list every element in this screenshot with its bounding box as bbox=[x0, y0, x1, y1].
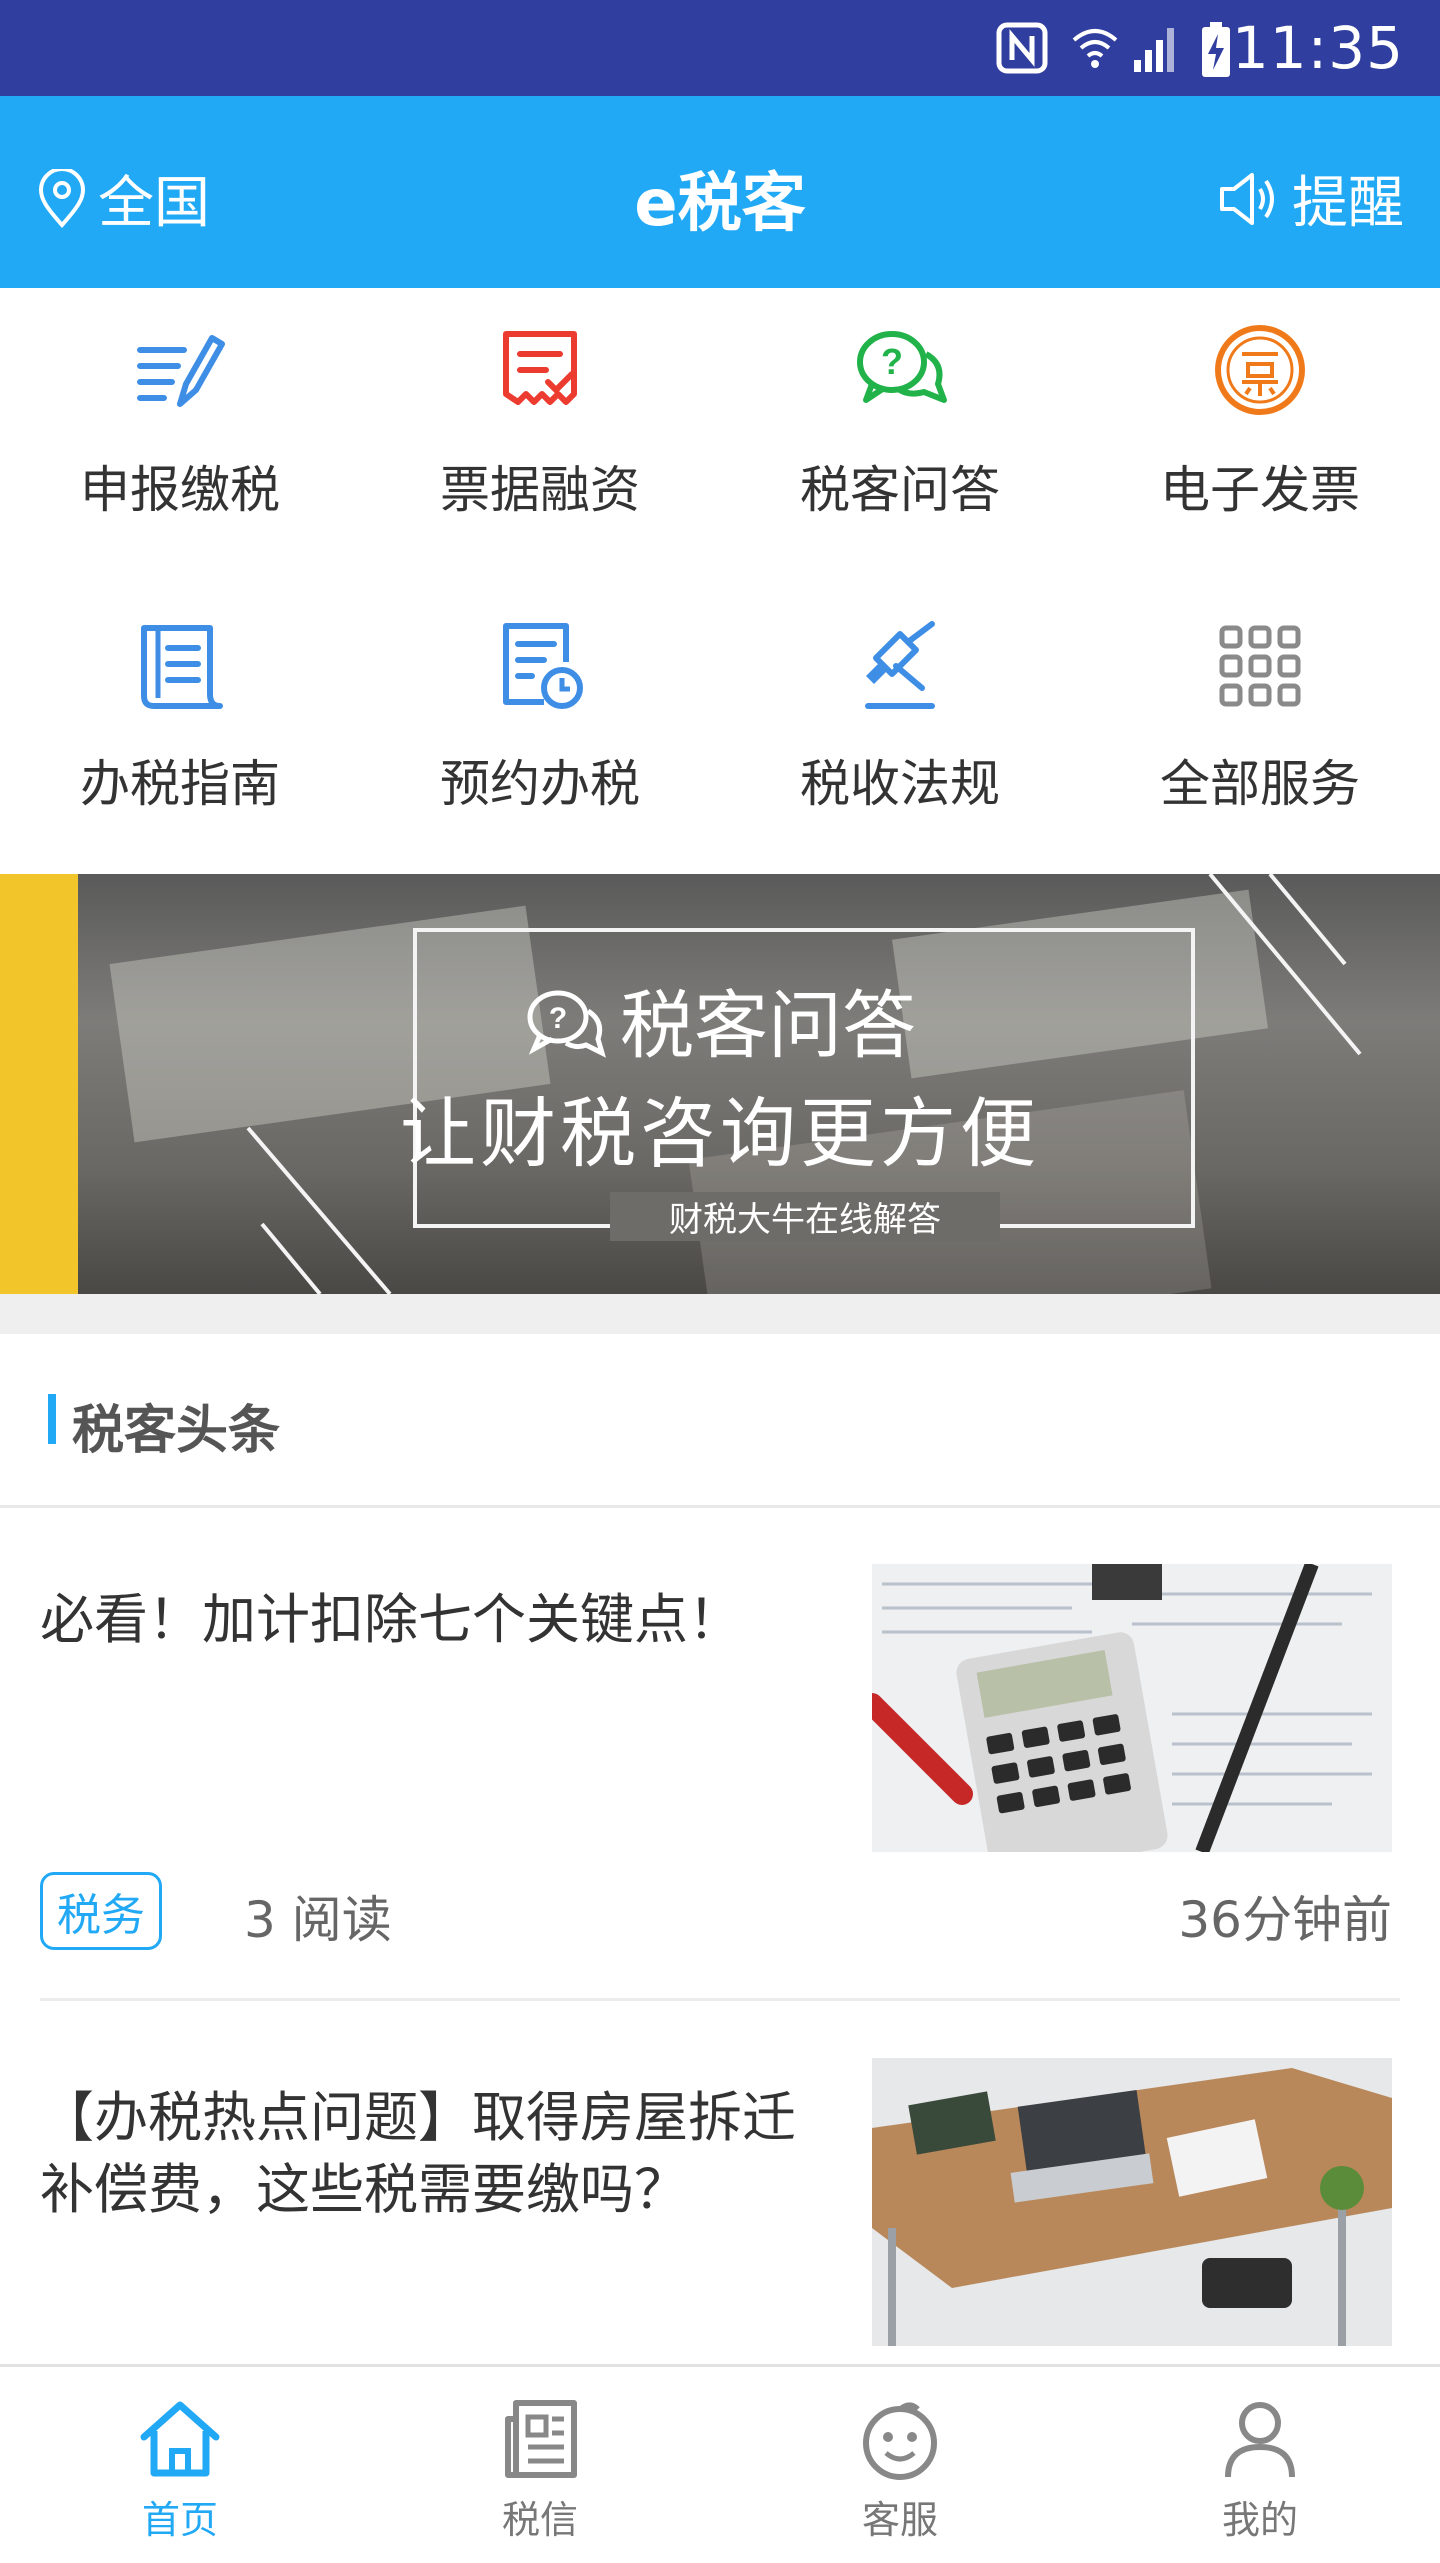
svg-text:?: ? bbox=[549, 1002, 567, 1035]
tab-customer-service[interactable]: 客服 bbox=[720, 2367, 1080, 2563]
service-grid: 申报缴税 票据融资 ? 税客问答 电子发票 办税指南 预约办税 税收法规 全部服… bbox=[0, 288, 1440, 874]
banner-title: 税客问答 bbox=[620, 983, 916, 1069]
service-law[interactable]: 税收法规 bbox=[720, 582, 1080, 872]
service-label: 税收法规 bbox=[800, 755, 1000, 813]
all-services-grid-icon bbox=[1219, 625, 1301, 707]
banner-subtitle: 让财税咨询更方便 bbox=[400, 1089, 1040, 1178]
svg-text:?: ? bbox=[881, 341, 903, 382]
banner-line-1: ? 税客问答 bbox=[0, 966, 1440, 1073]
service-all[interactable]: 全部服务 bbox=[1080, 582, 1440, 872]
qa-chat-icon: ? bbox=[527, 990, 606, 1058]
service-guide[interactable]: 办税指南 bbox=[0, 582, 360, 872]
remind-button[interactable]: 提醒 bbox=[1216, 158, 1404, 239]
service-label: 申报缴税 bbox=[80, 461, 280, 519]
tab-news[interactable]: 税信 bbox=[360, 2367, 720, 2563]
service-label: 全部服务 bbox=[1160, 755, 1360, 813]
status-bar: 11:35 bbox=[0, 0, 1440, 96]
profile-icon bbox=[1225, 2402, 1295, 2478]
qa-chat-icon: ? bbox=[857, 331, 947, 403]
service-e-invoice[interactable]: 电子发票 bbox=[1080, 288, 1440, 578]
tab-label: 首页 bbox=[141, 2498, 218, 2542]
service-label: 办税指南 bbox=[80, 755, 280, 813]
news-title: 【办税热点问题】取得房屋拆迁补偿费，这些税需要缴吗？ bbox=[40, 2086, 796, 2221]
promo-banner[interactable]: ? 税客问答 让财税咨询更方便 财税大牛在线解答 bbox=[0, 874, 1440, 1294]
guide-scroll-icon bbox=[141, 625, 223, 709]
news-doc-icon bbox=[505, 2400, 577, 2478]
tab-label: 我的 bbox=[1221, 2498, 1298, 2542]
service-label: 预约办税 bbox=[440, 755, 640, 813]
customer-service-icon bbox=[863, 2402, 937, 2480]
declare-tax-icon bbox=[137, 335, 225, 407]
service-appointment[interactable]: 预约办税 bbox=[360, 582, 720, 872]
service-label: 税客问答 bbox=[800, 461, 1000, 519]
service-qa[interactable]: ? 税客问答 bbox=[720, 288, 1080, 578]
service-bill-finance[interactable]: 票据融资 bbox=[360, 288, 720, 578]
tab-profile[interactable]: 我的 bbox=[1080, 2367, 1440, 2563]
calculator-documents-image bbox=[872, 1564, 1392, 1852]
news-item[interactable]: 必看！加计扣除七个关键点！ 税务 3 阅读 36分钟前 bbox=[0, 1508, 1440, 2001]
section-accent-bar bbox=[48, 1394, 56, 1444]
category-tag[interactable]: 税务 bbox=[40, 1872, 162, 1950]
service-declare-tax[interactable]: 申报缴税 bbox=[0, 288, 360, 578]
section-spacer bbox=[0, 1294, 1440, 1334]
tab-label: 客服 bbox=[861, 2498, 938, 2542]
read-count: 3 阅读 bbox=[244, 1891, 392, 1949]
news-thumbnail bbox=[872, 2058, 1392, 2346]
news-thumbnail bbox=[872, 1564, 1392, 1852]
banner-caption: 财税大牛在线解答 bbox=[610, 1192, 1000, 1241]
appointment-icon bbox=[503, 623, 583, 709]
speaker-icon bbox=[1220, 172, 1274, 225]
news-title: 必看！加计扣除七个关键点！ bbox=[40, 1588, 742, 1651]
remind-label: 提醒 bbox=[1292, 171, 1404, 236]
tab-label: 税信 bbox=[501, 2498, 578, 2542]
battery-charging-icon bbox=[1202, 22, 1230, 77]
bottom-tab-bar: 首页 税信 客服 我的 bbox=[0, 2364, 1440, 2560]
news-item[interactable]: 【办税热点问题】取得房屋拆迁补偿费，这些税需要缴吗？ bbox=[0, 2000, 1440, 2364]
law-gavel-icon bbox=[865, 621, 935, 709]
publish-time: 36分钟前 bbox=[1178, 1891, 1392, 1949]
clock: 11:35 bbox=[1231, 14, 1404, 82]
tab-home[interactable]: 首页 bbox=[0, 2367, 360, 2563]
nfc-icon bbox=[996, 22, 1048, 74]
home-icon bbox=[140, 2401, 220, 2477]
desk-laptop-image bbox=[872, 2058, 1392, 2346]
section-title: 税客头条 bbox=[72, 1401, 281, 1461]
bill-finance-icon bbox=[503, 331, 577, 405]
wifi-icon bbox=[1072, 29, 1118, 68]
service-label: 电子发票 bbox=[1160, 461, 1360, 519]
service-label: 票据融资 bbox=[440, 461, 640, 519]
app-header: 全国 e税客 提醒 bbox=[0, 96, 1440, 288]
e-invoice-icon bbox=[1215, 325, 1305, 415]
headlines-header: 税客头条 bbox=[0, 1334, 1440, 1508]
signal-icon bbox=[1134, 28, 1174, 72]
